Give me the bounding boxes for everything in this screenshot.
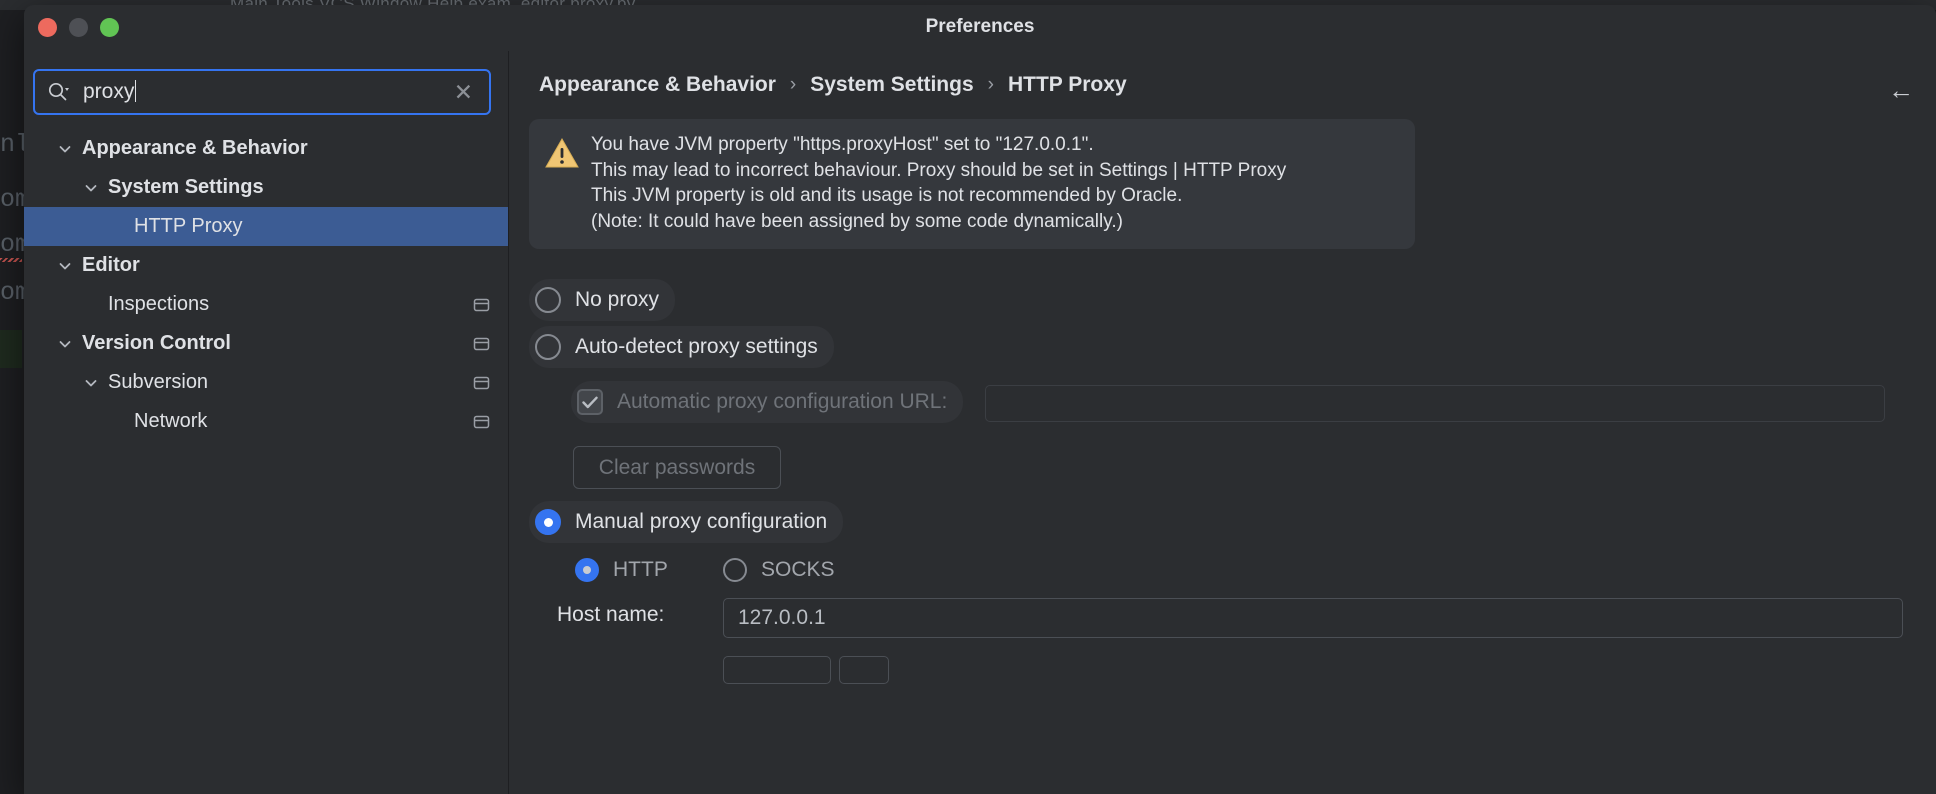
protocol-http-radio[interactable] bbox=[575, 558, 599, 582]
background-diff-highlight bbox=[0, 330, 22, 368]
warning-triangle-icon bbox=[545, 137, 579, 234]
plugin-badge-icon bbox=[473, 296, 490, 313]
search-input-value: proxy bbox=[83, 80, 135, 103]
sidebar-item-label: System Settings bbox=[108, 176, 264, 198]
breadcrumb-item[interactable]: Appearance & Behavior bbox=[539, 73, 776, 97]
chevron-down-icon[interactable] bbox=[54, 336, 76, 352]
protocol-http-option[interactable]: HTTP bbox=[575, 549, 684, 591]
protocol-socks-label: SOCKS bbox=[761, 558, 835, 581]
sidebar-item-system-settings[interactable]: System Settings bbox=[24, 168, 508, 207]
chevron-down-icon[interactable] bbox=[54, 258, 76, 274]
host-name-input[interactable]: 127.0.0.1 bbox=[723, 598, 1903, 638]
breadcrumb-separator: › bbox=[789, 74, 797, 95]
auto-config-url-label: Automatic proxy configuration URL: bbox=[617, 390, 948, 413]
clear-passwords-button: Clear passwords bbox=[573, 446, 781, 489]
plugin-badge-icon bbox=[473, 374, 490, 391]
window-title: Preferences bbox=[925, 16, 1035, 37]
protocol-http-label: HTTP bbox=[613, 558, 668, 581]
plugin-badge-icon bbox=[473, 335, 490, 352]
search-field[interactable]: proxy ✕ bbox=[33, 69, 491, 115]
warning-line: (Note: It could have been assigned by so… bbox=[591, 210, 1123, 232]
sidebar-item-label: Version Control bbox=[82, 332, 231, 354]
breadcrumb: Appearance & Behavior › System Settings › HT… bbox=[539, 73, 1127, 97]
dialog-body: proxy ✕ Appearance & Behavior System Sett… bbox=[24, 51, 1936, 794]
screen: Main Tools VCS Window Help exam_editor p… bbox=[0, 0, 1936, 794]
chevron-down-icon[interactable] bbox=[54, 141, 76, 157]
manual-proxy-option[interactable]: Manual proxy configuration bbox=[529, 501, 844, 543]
sidebar-item-http-proxy[interactable]: HTTP Proxy bbox=[24, 207, 508, 246]
auto-detect-radio[interactable] bbox=[535, 334, 561, 360]
settings-tree: Appearance & Behavior System Settings HTTP… bbox=[24, 129, 508, 441]
sidebar-item-inspections[interactable]: Inspections bbox=[24, 285, 508, 324]
sidebar-item-version-control[interactable]: Version Control bbox=[24, 324, 508, 363]
no-proxy-radio[interactable] bbox=[535, 287, 561, 313]
chevron-down-icon[interactable] bbox=[80, 180, 102, 196]
warning-text: You have JVM property "https.proxyHost" … bbox=[591, 132, 1286, 234]
search-icon bbox=[47, 81, 69, 103]
dialog-titlebar[interactable]: Preferences bbox=[24, 5, 1936, 51]
sidebar-item-label: Appearance & Behavior bbox=[82, 137, 308, 159]
jvm-proxy-warning-banner: You have JVM property "https.proxyHost" … bbox=[529, 119, 1415, 249]
no-proxy-label: No proxy bbox=[575, 288, 660, 311]
sidebar-item-appearance-behavior[interactable]: Appearance & Behavior bbox=[24, 129, 508, 168]
plugin-badge-icon bbox=[473, 413, 490, 430]
auto-config-url-option: Automatic proxy configuration URL: bbox=[571, 381, 964, 423]
text-caret bbox=[135, 80, 137, 102]
search-input[interactable]: proxy bbox=[83, 80, 454, 104]
clear-passwords-label: Clear passwords bbox=[598, 455, 756, 479]
sidebar-item-label: Inspections bbox=[108, 293, 210, 315]
manual-proxy-radio[interactable] bbox=[535, 509, 561, 535]
host-name-label: Host name: bbox=[557, 603, 665, 626]
breadcrumb-item[interactable]: System Settings bbox=[810, 73, 973, 97]
host-name-value: 127.0.0.1 bbox=[738, 606, 826, 629]
protocol-socks-radio[interactable] bbox=[723, 558, 747, 582]
sidebar-item-label: Subversion bbox=[108, 371, 209, 393]
chevron-down-icon[interactable] bbox=[80, 375, 102, 391]
sidebar-item-subversion[interactable]: Subversion bbox=[24, 363, 508, 402]
protocol-socks-option[interactable]: SOCKS bbox=[723, 549, 851, 591]
warning-line: This may lead to incorrect behaviour. Pr… bbox=[591, 159, 1287, 181]
auto-config-url-checkbox bbox=[577, 389, 603, 415]
auto-detect-option[interactable]: Auto-detect proxy settings bbox=[529, 326, 834, 368]
sidebar-item-label: HTTP Proxy bbox=[134, 215, 243, 237]
port-stepper[interactable] bbox=[839, 656, 889, 684]
port-number-input[interactable] bbox=[723, 656, 831, 684]
sidebar-item-label: Editor bbox=[82, 254, 140, 276]
settings-detail-pane: Appearance & Behavior › System Settings › HT… bbox=[509, 51, 1936, 794]
clear-icon[interactable]: ✕ bbox=[454, 80, 473, 104]
warning-line: This JVM property is old and its usage i… bbox=[591, 185, 1183, 206]
background-error-squiggle bbox=[0, 258, 22, 262]
settings-sidebar: proxy ✕ Appearance & Behavior System Sett… bbox=[24, 51, 509, 794]
manual-proxy-label: Manual proxy configuration bbox=[575, 510, 828, 533]
preferences-dialog: Preferences proxy ✕ Appearance & Behavio… bbox=[24, 5, 1936, 794]
back-arrow-icon[interactable]: ← bbox=[1888, 77, 1914, 103]
sidebar-item-editor[interactable]: Editor bbox=[24, 246, 508, 285]
auto-detect-label: Auto-detect proxy settings bbox=[575, 335, 818, 358]
breadcrumb-item: HTTP Proxy bbox=[1007, 73, 1127, 96]
sidebar-item-network[interactable]: Network bbox=[24, 402, 508, 441]
sidebar-item-label: Network bbox=[134, 410, 208, 432]
breadcrumb-separator: › bbox=[987, 74, 994, 95]
no-proxy-option[interactable]: No proxy bbox=[529, 279, 676, 321]
auto-config-url-input bbox=[985, 385, 1885, 422]
warning-line: You have JVM property "https.proxyHost" … bbox=[591, 134, 1094, 155]
